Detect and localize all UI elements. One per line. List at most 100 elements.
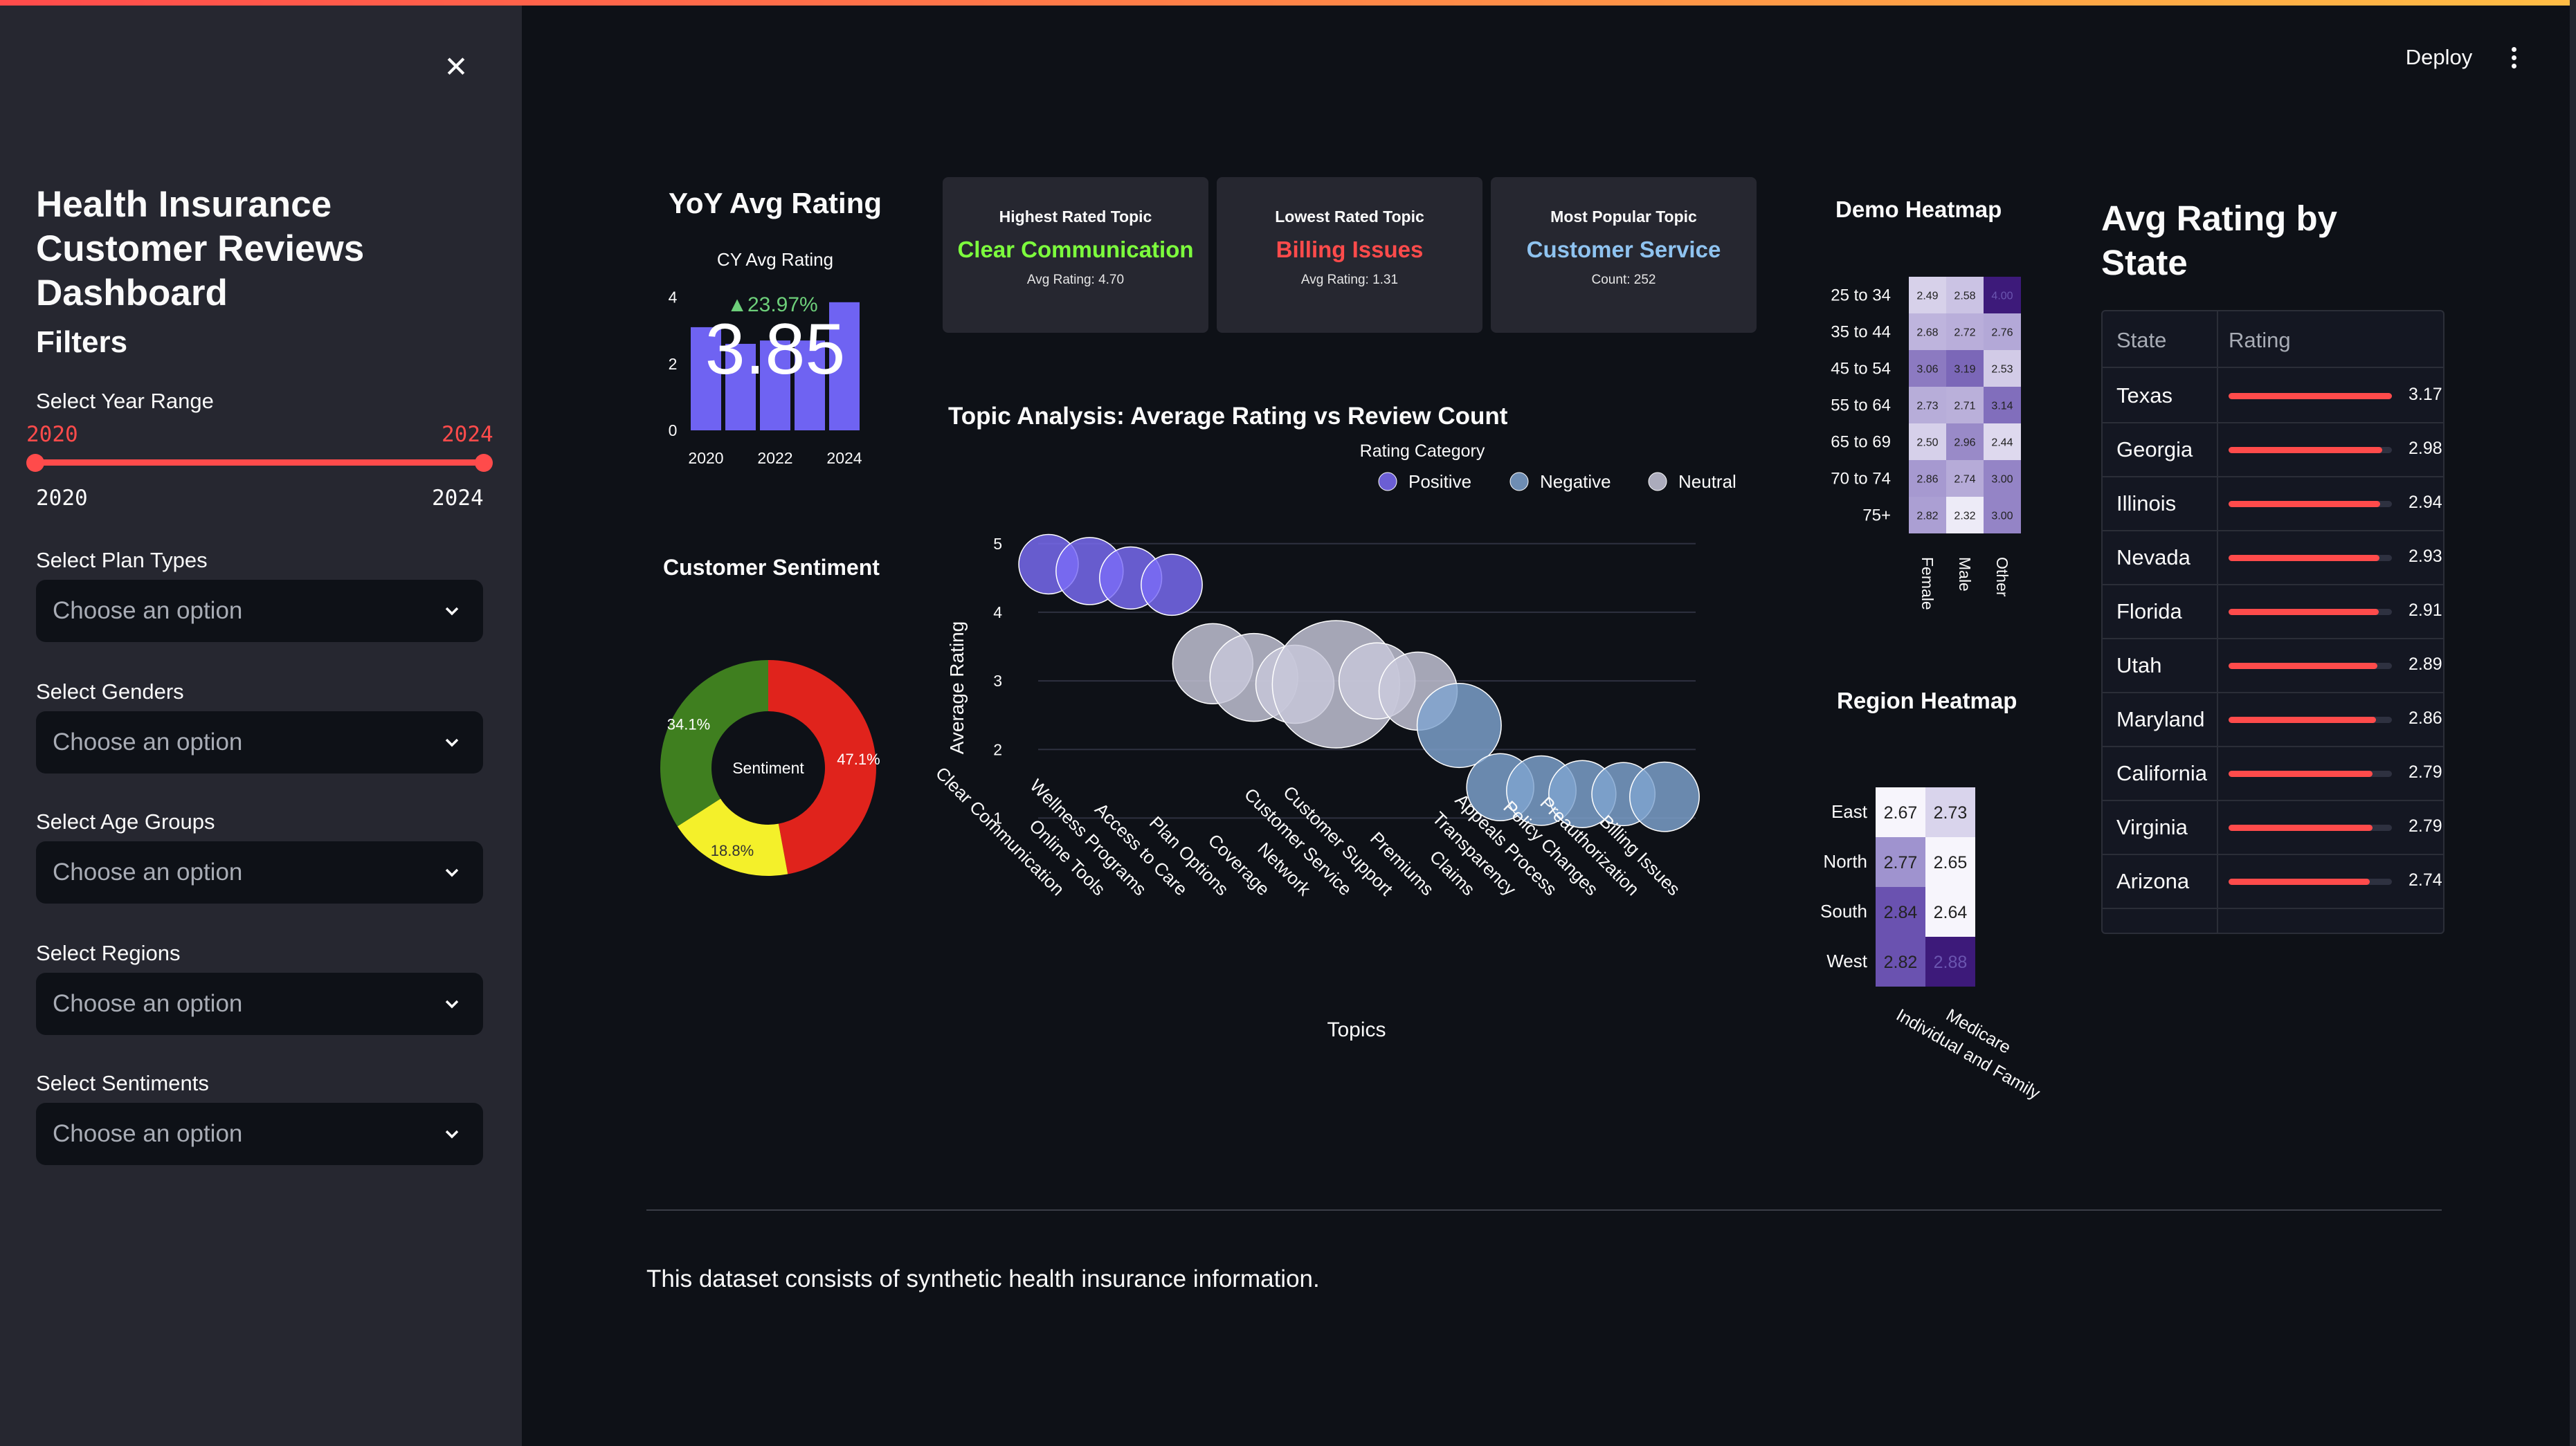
dataset-note: This dataset consists of synthetic healt… [646, 1265, 1320, 1292]
row-label: North [1823, 851, 1867, 872]
sentiments-label: Select Sentiments [36, 1071, 209, 1095]
x-tick-label: 2022 [757, 449, 792, 467]
cell-value: 2.44 [1991, 437, 2013, 449]
rating-value: 2.98 [2409, 439, 2442, 458]
y-tick-label: 2 [993, 740, 1002, 758]
rating-bar [2229, 879, 2370, 885]
row-label: 75+ [1862, 506, 1891, 525]
rating-value: 2.79 [2409, 762, 2442, 782]
card-value: Clear Communication [957, 237, 1194, 262]
row-label: 70 to 74 [1831, 470, 1891, 488]
state-name: Maryland [2116, 707, 2205, 731]
rating-value: 2.89 [2409, 655, 2442, 674]
state-name: Utah [2116, 653, 2162, 677]
cell-value: 2.86 [1916, 474, 1938, 486]
table-row[interactable]: California 2.79 [2103, 746, 2443, 801]
yoy-subtitle: CY Avg Rating [717, 249, 833, 270]
card-title: Highest Rated Topic [999, 208, 1152, 226]
x-axis-title: Topics [1327, 1018, 1386, 1041]
state-column-header[interactable]: State [2116, 328, 2166, 353]
region-heatmap: East 2.67 2.73 North 2.77 2.65 South 2.84 2.64 We… [1820, 787, 2044, 1104]
cell-value: 3.14 [1991, 401, 2013, 412]
year-range-max-tick: 2024 [432, 486, 484, 511]
table-row[interactable]: Texas 3.17 [2103, 368, 2443, 423]
year-range-track[interactable] [36, 459, 484, 466]
topic-analysis-title: Topic Analysis: Average Rating vs Review… [948, 403, 1508, 430]
slice-label: 47.1% [837, 751, 880, 768]
highest-rated-card: Highest Rated Topic Clear Communication … [943, 177, 1208, 333]
row-label: 25 to 34 [1831, 286, 1891, 305]
table-row[interactable]: Florida 2.91 [2103, 584, 2443, 639]
rating-bar [2229, 663, 2377, 669]
x-tick-label: 2020 [688, 449, 723, 467]
legend-label-negative: Negative [1540, 471, 1611, 492]
divider [646, 1209, 2442, 1211]
table-row[interactable]: Virginia 2.79 [2103, 800, 2443, 855]
rating-value: 2.91 [2409, 601, 2442, 620]
sentiment-donut-chart: 47.1% 18.8% 34.1% Sentiment [660, 660, 880, 876]
state-table[interactable]: State Rating Texas 3.17 Georgia 2.98 Illinoi… [2101, 310, 2445, 934]
state-name: Texas [2116, 383, 2173, 408]
table-row[interactable]: Georgia 2.98 [2103, 422, 2443, 477]
table-header: State Rating [2103, 311, 2443, 368]
table-row[interactable]: Arizona 2.74 [2103, 854, 2443, 909]
rating-value: 2.94 [2409, 493, 2442, 512]
col-label: Male [1956, 557, 1974, 592]
close-sidebar-icon[interactable]: ✕ [442, 53, 471, 82]
cell-value: 2.84 [1884, 903, 1918, 922]
year-range-min-handle[interactable] [26, 454, 44, 472]
genders-placeholder: Choose an option [53, 729, 243, 756]
genders-select[interactable]: Choose an option [36, 711, 483, 774]
deploy-button[interactable]: Deploy [2396, 40, 2482, 75]
yoy-title: YoY Avg Rating [669, 187, 882, 219]
card-sub: Count: 252 [1591, 273, 1656, 287]
y-tick-label: 2 [669, 355, 678, 373]
topic-bubble-chart: 12345Average RatingTopicsRating Category… [932, 441, 1736, 1041]
cell-value: 3.06 [1916, 364, 1938, 376]
row-label: 65 to 69 [1831, 433, 1891, 452]
y-tick-label: 4 [669, 289, 678, 306]
year-range-min-tick: 2020 [36, 486, 88, 511]
top-accent-bar [0, 0, 2576, 6]
cell-value: 2.49 [1916, 291, 1938, 302]
x-tick-label: 2024 [826, 449, 862, 467]
sentiments-placeholder: Choose an option [53, 1120, 243, 1147]
plan-types-select[interactable]: Choose an option [36, 580, 483, 642]
rating-bar [2229, 393, 2392, 399]
cell-value: 2.73 [1916, 401, 1938, 412]
rating-bar [2229, 447, 2382, 453]
legend-marker [1648, 472, 1667, 491]
rating-value: 2.86 [2409, 708, 2442, 728]
rating-column-header[interactable]: Rating [2229, 328, 2291, 353]
table-row[interactable]: Maryland 2.86 [2103, 692, 2443, 747]
regions-select[interactable]: Choose an option [36, 973, 483, 1035]
rating-bar [2229, 825, 2373, 831]
cell-value: 2.96 [1954, 437, 1975, 449]
genders-label: Select Genders [36, 679, 184, 704]
legend-label-neutral: Neutral [1678, 471, 1736, 492]
rating-value: 2.79 [2409, 816, 2442, 836]
row-label: South [1820, 901, 1867, 922]
filters-heading: Filters [36, 325, 128, 359]
cell-value: 2.71 [1954, 401, 1975, 412]
table-row[interactable]: Nevada 2.93 [2103, 530, 2443, 585]
state-name: Illinois [2116, 491, 2177, 515]
cell-value: 2.65 [1934, 853, 1968, 872]
y-axis-title: Average Rating [946, 621, 968, 755]
table-row[interactable]: Utah 2.89 [2103, 638, 2443, 693]
state-name: Georgia [2116, 437, 2193, 461]
big-value: 3.85 [705, 309, 845, 390]
col-label: Female [1919, 557, 1936, 610]
age-groups-select[interactable]: Choose an option [36, 841, 483, 904]
state-name: Nevada [2116, 545, 2190, 569]
rating-value: 2.93 [2409, 547, 2442, 566]
cell-value: 2.72 [1954, 327, 1975, 339]
main-menu-icon[interactable] [2500, 40, 2528, 75]
cell-value: 3.19 [1954, 364, 1975, 376]
card-title: Lowest Rated Topic [1275, 208, 1424, 226]
lowest-rated-card: Lowest Rated Topic Billing Issues Avg Ra… [1217, 177, 1482, 333]
demo-heatmap-title: Demo Heatmap [1835, 196, 2002, 222]
sentiments-select[interactable]: Choose an option [36, 1103, 483, 1165]
year-range-max-handle[interactable] [475, 454, 493, 472]
table-row[interactable]: Illinois 2.94 [2103, 476, 2443, 531]
